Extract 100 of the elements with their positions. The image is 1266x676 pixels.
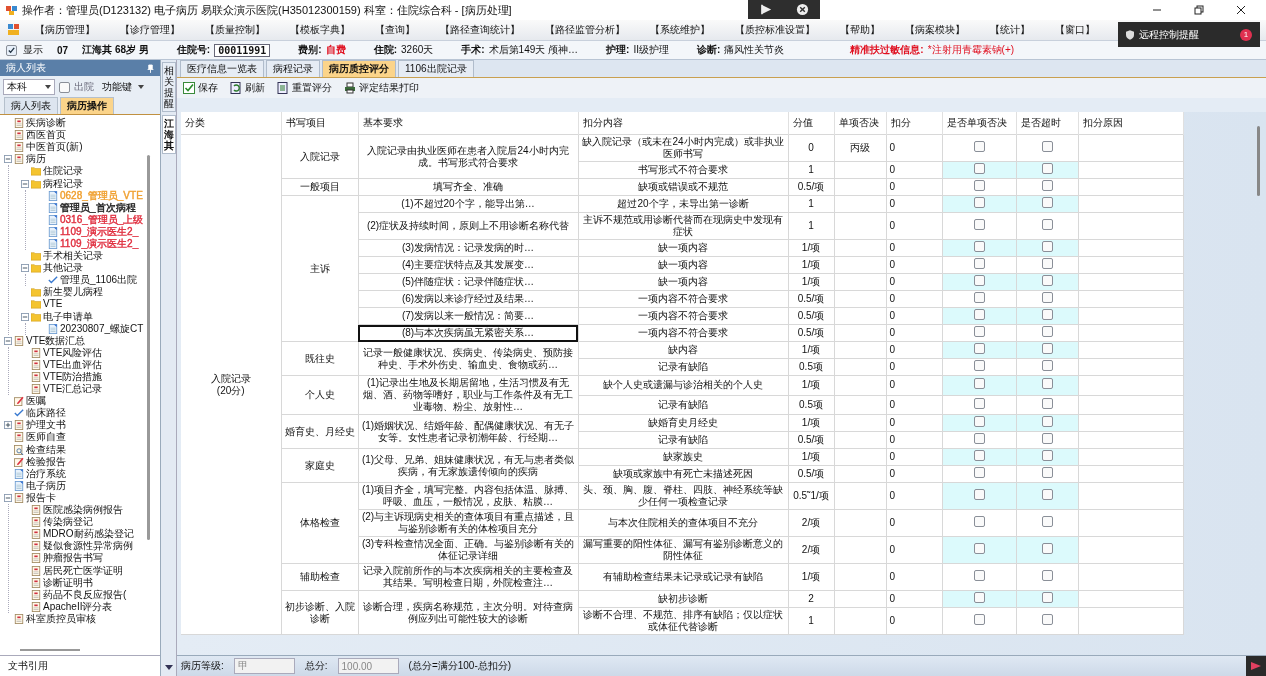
tree-item[interactable]: VTE数据汇总 <box>26 334 86 347</box>
checkbox[interactable] <box>1041 489 1053 500</box>
tree-item[interactable]: 临床路径 <box>26 407 66 420</box>
function-key-dropdown[interactable]: 功能键 <box>102 80 144 94</box>
checkbox[interactable] <box>973 180 985 191</box>
checkbox[interactable] <box>973 219 985 230</box>
table-cell[interactable]: (1)父母、兄弟、姐妹健康状况，有无与患者类似疾病，有无家族遗传倾向的疾病 <box>358 448 578 483</box>
menu-item[interactable]: 【窗口】 <box>1055 23 1095 37</box>
menu-item[interactable]: 【路径监管分析】 <box>545 23 625 37</box>
checkbox[interactable] <box>1041 543 1053 554</box>
checkbox[interactable] <box>973 309 985 320</box>
scrollbar[interactable] <box>20 649 80 651</box>
menu-item[interactable]: 【病案模块】 <box>905 23 965 37</box>
tab[interactable]: 医疗信息一览表 <box>180 60 264 77</box>
checkbox[interactable] <box>1041 433 1053 444</box>
toolbar-button[interactable]: 重置评分 <box>275 80 334 96</box>
checkbox[interactable] <box>973 197 985 208</box>
table-cell[interactable]: 记录一般健康状况、疾病史、传染病史、预防接种史、手术外伤史、输血史、食物或药… <box>358 341 578 376</box>
table-cell[interactable]: (4)主要症状特点及其发展变… <box>358 256 578 274</box>
column-header[interactable]: 扣分原因 <box>1078 112 1183 135</box>
notification-popup[interactable]: 远程控制提醒 1 <box>1118 22 1260 47</box>
menu-item[interactable]: 【诊疗管理】 <box>120 23 180 37</box>
tree-item[interactable]: 肿瘤报告书写 <box>43 552 103 565</box>
tree-item[interactable]: 1109_演示医生2_ <box>60 225 139 238</box>
menu-item[interactable]: 【病历管理】 <box>35 23 95 37</box>
scrollbar[interactable] <box>147 155 150 540</box>
checkbox[interactable] <box>1041 343 1053 354</box>
checkbox[interactable] <box>1041 241 1053 252</box>
table-cell[interactable]: 诊断合理，疾病名称规范，主次分明。对待查病例应列出可能性较大的诊断 <box>358 590 578 635</box>
tree-item[interactable]: 传染病登记 <box>43 516 93 529</box>
column-header[interactable]: 是否单项否决 <box>942 112 1016 135</box>
tree-item[interactable]: 科室质控员审核 <box>26 612 96 625</box>
menu-item[interactable]: 【系统维护】 <box>650 23 710 37</box>
discharged-checkbox[interactable] <box>59 81 70 93</box>
tree-item[interactable]: 疾病诊断 <box>26 117 66 130</box>
checkbox[interactable] <box>973 489 985 500</box>
checkbox[interactable] <box>1041 614 1053 625</box>
tree-item[interactable]: 20230807_螺旋CT <box>60 322 144 335</box>
checkbox[interactable] <box>973 275 985 286</box>
table-cell[interactable]: (5)伴随症状：记录伴随症状… <box>358 273 578 291</box>
checkbox[interactable] <box>973 397 985 409</box>
table-cell[interactable]: (1)不超过20个字，能导出第… <box>358 195 578 213</box>
toolbar-button[interactable]: 评定结果打印 <box>342 80 421 96</box>
checkbox[interactable] <box>973 592 985 603</box>
checkbox[interactable] <box>1041 219 1053 230</box>
column-header[interactable]: 分类 <box>181 112 281 135</box>
checkbox[interactable] <box>1041 292 1053 303</box>
expander-toggle[interactable] <box>21 179 29 188</box>
checkbox[interactable] <box>1041 197 1053 208</box>
checkbox[interactable] <box>1041 326 1053 337</box>
tab[interactable]: 1106出院记录 <box>398 60 474 77</box>
tree-item[interactable]: 疑似食源性异常病例 <box>43 540 133 553</box>
tree-item[interactable]: VTE风险评估 <box>43 346 103 359</box>
tree-item[interactable]: 医嘱 <box>26 395 46 408</box>
tree-item[interactable]: 其他记录 <box>43 262 83 275</box>
table-cell[interactable]: (3)发病情况：记录发病的时… <box>358 239 578 257</box>
close-icon[interactable] <box>1236 5 1246 15</box>
tree-item[interactable]: 诊断证明书 <box>43 576 93 589</box>
checkbox[interactable] <box>973 614 985 625</box>
checkbox[interactable] <box>973 258 985 269</box>
tree-item[interactable]: 中医首页(新) <box>26 141 83 154</box>
table-cell[interactable]: (7)发病以来一般情况：简要… <box>358 307 578 325</box>
tree-item[interactable]: 0316_管理员_上级 <box>60 213 144 226</box>
vertical-tab[interactable]: 相关提醒 <box>161 62 176 112</box>
table-cell[interactable]: (2)症状及持续时间，原则上不用诊断名称代替 <box>358 212 578 240</box>
checkbox[interactable] <box>1041 141 1053 152</box>
vertical-tab[interactable]: 江海其 <box>161 115 176 154</box>
table-cell[interactable]: (2)与主诉现病史相关的查体项目有重点描述，且与鉴别诊断有关的体检项目充分 <box>358 509 578 537</box>
checkbox[interactable] <box>1041 416 1053 427</box>
checkbox[interactable] <box>1041 516 1053 527</box>
checkbox[interactable] <box>973 543 985 554</box>
menu-item[interactable]: 【查询】 <box>375 23 415 37</box>
tree-item[interactable]: 管理员_首次病程 <box>60 201 136 214</box>
checkbox[interactable] <box>973 378 985 390</box>
expander-toggle[interactable] <box>4 155 12 164</box>
close-icon[interactable] <box>795 3 809 16</box>
menu-item[interactable]: 【质控标准设置】 <box>735 23 815 37</box>
checkbox[interactable] <box>973 360 985 371</box>
tree-item[interactable]: 手术相关记录 <box>43 250 103 263</box>
table-cell[interactable]: (1)婚姻状况、结婚年龄、配偶健康状况、有无子女等。女性患者记录初潮年龄、行经期… <box>358 414 578 449</box>
tab[interactable]: 病历操作 <box>60 97 114 114</box>
checkbox[interactable] <box>973 141 985 152</box>
checkbox[interactable] <box>1041 450 1053 461</box>
tree-item[interactable]: VTE出血评估 <box>43 358 103 371</box>
show-checkbox[interactable] <box>6 44 17 56</box>
checkbox[interactable] <box>973 433 985 444</box>
tree-item[interactable]: 检查结果 <box>26 443 66 456</box>
checkbox[interactable] <box>1041 592 1053 603</box>
checkbox[interactable] <box>1041 570 1053 581</box>
tree-item[interactable]: VTE防治措施 <box>43 371 103 383</box>
checkbox[interactable] <box>1041 258 1053 269</box>
table-cell[interactable]: (1)记录出生地及长期居留地，生活习惯及有无烟、酒、药物等嗜好，职业与工作条件及有无工业毒物、粉尘、放射性… <box>358 375 578 415</box>
scroll-down-icon[interactable] <box>164 665 173 670</box>
column-header[interactable]: 是否超时 <box>1016 112 1078 135</box>
tree-item[interactable]: VTE <box>43 298 63 311</box>
tree-item[interactable]: 新生婴儿病程 <box>43 286 103 299</box>
table-cell[interactable]: 入院记录由执业医师在患者入院后24小时内完成。书写形式符合要求 <box>358 134 578 179</box>
tree-item[interactable]: 电子申请单 <box>43 310 93 323</box>
checkbox[interactable] <box>1041 397 1053 409</box>
column-header[interactable]: 基本要求 <box>358 112 578 135</box>
